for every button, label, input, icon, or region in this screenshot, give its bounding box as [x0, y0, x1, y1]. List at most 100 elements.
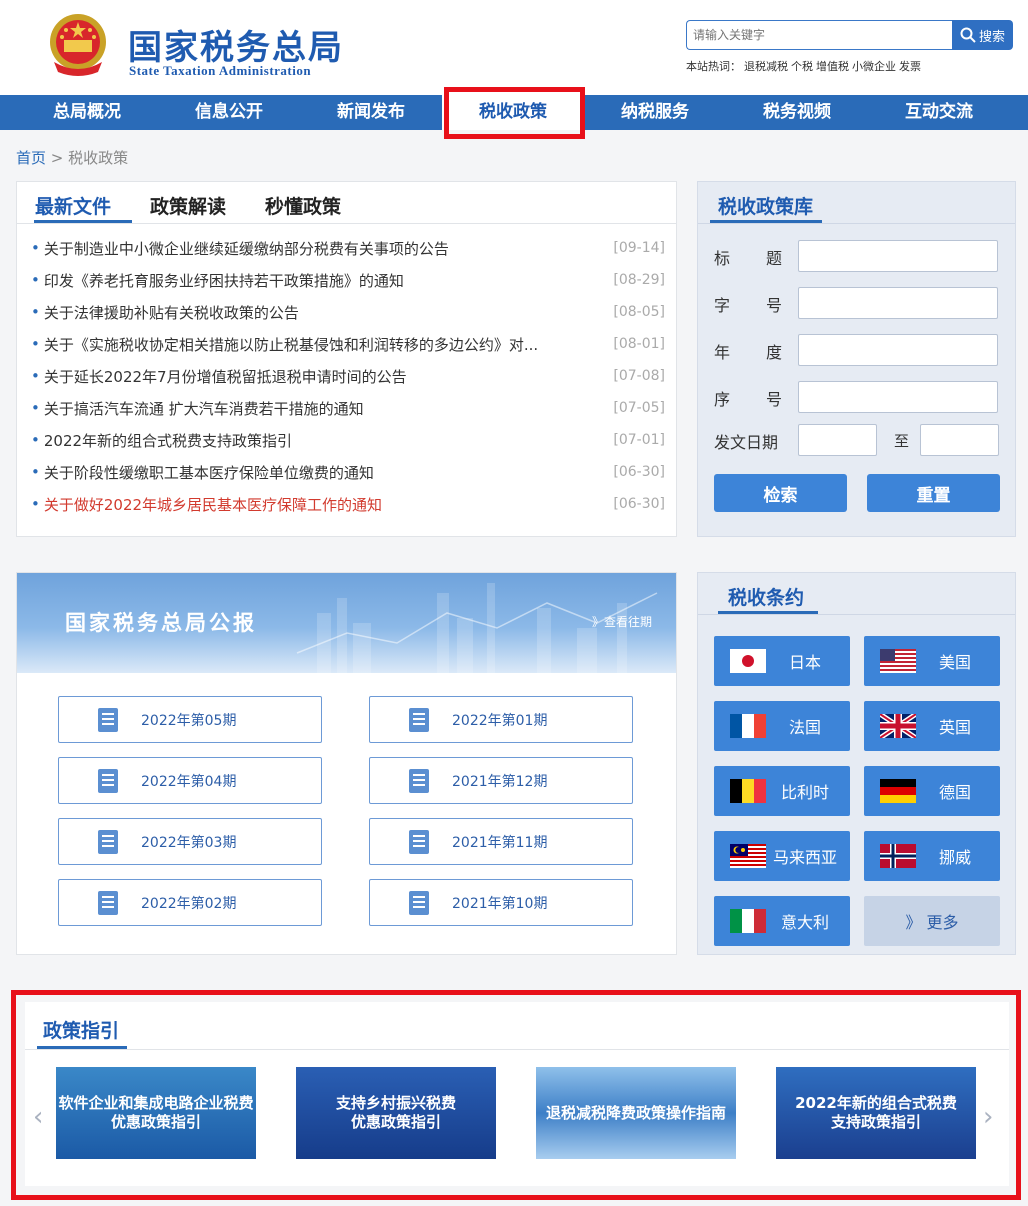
more-countries-button[interactable]: 》 更多	[864, 896, 1000, 946]
latest-documents-panel: 最新文件 政策解读 秒懂政策 • 关于制造业中小微企业继续延缓缴纳部分税费有关事项…	[16, 181, 677, 537]
list-item[interactable]: • 关于搞活汽车流通 扩大汽车消费若干措施的通知 [07-05]	[31, 392, 665, 424]
issue-link[interactable]: 2021年第12期	[369, 757, 633, 804]
guide-card-combined[interactable]: 2022年新的组合式税费 支持政策指引	[776, 1067, 976, 1159]
bullet-icon: •	[31, 335, 40, 353]
country-germany[interactable]: 德国	[864, 766, 1000, 816]
hotword-link[interactable]: 增值税	[816, 60, 849, 73]
date-to-field[interactable]	[920, 424, 999, 456]
country-name: 美国	[938, 653, 971, 672]
nav-item-video[interactable]: 税务视频	[726, 95, 868, 130]
tab-quick-policy[interactable]: 秒懂政策	[265, 192, 341, 219]
document-icon	[98, 829, 118, 854]
guide-card-text: 2022年新的组合式税费 支持政策指引	[795, 1094, 957, 1131]
title-field[interactable]	[798, 240, 998, 272]
guide-card-text: 软件企业和集成电路企业税费 优惠政策指引	[58, 1094, 254, 1131]
year-field-label: 年度	[714, 343, 782, 362]
list-item[interactable]: • 关于法律援助补贴有关税收政策的公告 [08-05]	[31, 296, 665, 328]
list-item-date: [07-01]	[613, 432, 665, 448]
bulletin-banner: 国家税务总局公报 》查看往期	[17, 573, 676, 673]
search-submit-button[interactable]: 检索	[714, 474, 847, 512]
breadcrumb: 首页 > 税收政策	[16, 147, 128, 168]
tax-treaties-panel: 税收条约 日本 美国 法国 英国 比利时 德国 马来西亚 挪威 意大利 》 更多	[697, 572, 1016, 955]
date-to-label: 至	[894, 432, 910, 450]
carousel-prev-icon[interactable]: ‹	[33, 1102, 43, 1132]
guide-card-rural[interactable]: 支持乡村振兴税费 优惠政策指引	[296, 1067, 496, 1159]
uk-flag-icon	[880, 714, 916, 738]
carousel-next-icon[interactable]: ›	[983, 1102, 993, 1132]
issue-label: 2022年第03期	[141, 834, 237, 851]
country-france[interactable]: 法国	[714, 701, 850, 751]
country-belgium[interactable]: 比利时	[714, 766, 850, 816]
year-field[interactable]	[798, 334, 998, 366]
country-usa[interactable]: 美国	[864, 636, 1000, 686]
list-item[interactable]: • 2022年新的组合式税费支持政策指引 [07-01]	[31, 424, 665, 456]
document-icon	[409, 707, 429, 732]
policy-guide-title: 政策指引	[43, 1020, 120, 1042]
country-italy[interactable]: 意大利	[714, 896, 850, 946]
tab-policy-interpretation[interactable]: 政策解读	[150, 192, 226, 219]
search-icon	[960, 27, 976, 43]
title-field-label: 标题	[714, 249, 782, 268]
hotword-link[interactable]: 退税减税	[744, 60, 788, 73]
document-icon	[409, 768, 429, 793]
nav-item-overview[interactable]: 总局概况	[16, 95, 158, 130]
issue-link[interactable]: 2022年第03期	[58, 818, 322, 865]
reset-button[interactable]: 重置	[867, 474, 1000, 512]
breadcrumb-home[interactable]: 首页	[16, 149, 46, 167]
list-item-date: [08-01]	[613, 336, 665, 352]
nav-item-info[interactable]: 信息公开	[158, 95, 300, 130]
doc-number-field[interactable]	[798, 287, 998, 319]
list-item-title: 关于延长2022年7月份增值税留抵退税申请时间的公告	[43, 367, 407, 386]
hotword-link[interactable]: 个税	[791, 60, 813, 73]
serial-field[interactable]	[798, 381, 998, 413]
policy-library-panel: 税收政策库 标题 字号 年度 序号 发文日期 至 检索 重置	[697, 181, 1016, 537]
search-button[interactable]: 搜索	[952, 20, 1013, 50]
bullet-icon: •	[31, 239, 40, 257]
country-japan[interactable]: 日本	[714, 636, 850, 686]
search-input[interactable]	[686, 20, 952, 50]
issue-link[interactable]: 2022年第05期	[58, 696, 322, 743]
nav-item-interaction[interactable]: 互动交流	[868, 95, 1010, 130]
list-item[interactable]: • 关于制造业中小微企业继续延缓缴纳部分税费有关事项的公告 [09-14]	[31, 232, 665, 264]
policy-guide-header: 政策指引	[25, 1002, 1009, 1050]
tab-latest-files[interactable]: 最新文件	[35, 192, 111, 219]
country-norway[interactable]: 挪威	[864, 831, 1000, 881]
country-uk[interactable]: 英国	[864, 701, 1000, 751]
list-item[interactable]: • 印发《养老托育服务业纾困扶持若干政策措施》的通知 [08-29]	[31, 264, 665, 296]
issue-link[interactable]: 2021年第11期	[369, 818, 633, 865]
list-item-title: 关于阶段性缓缴职工基本医疗保险单位缴费的通知	[43, 463, 374, 482]
latest-tabs: 最新文件 政策解读 秒懂政策	[17, 182, 676, 224]
policy-library-title: 税收政策库	[718, 196, 814, 218]
nav-item-news[interactable]: 新闻发布	[300, 95, 442, 130]
issue-link[interactable]: 2021年第10期	[369, 879, 633, 926]
guide-card-software[interactable]: 软件企业和集成电路企业税费 优惠政策指引	[56, 1067, 256, 1159]
view-past-issues-link[interactable]: 》查看往期	[592, 613, 652, 630]
tax-treaties-title: 税收条约	[728, 587, 805, 609]
hotword-link[interactable]: 小微企业	[852, 60, 896, 73]
list-item-highlighted[interactable]: • 关于做好2022年城乡居民基本医疗保障工作的通知 [06-30]	[31, 488, 665, 520]
site-title-cn[interactable]: 国家税务总局	[128, 20, 344, 69]
country-malaysia[interactable]: 马来西亚	[714, 831, 850, 881]
document-icon	[409, 890, 429, 915]
serial-field-label: 序号	[714, 390, 782, 409]
issue-label: 2021年第11期	[452, 834, 548, 851]
title-underline	[710, 220, 822, 223]
list-item[interactable]: • 关于延长2022年7月份增值税留抵退税申请时间的公告 [07-08]	[31, 360, 665, 392]
country-name: 意大利	[780, 913, 829, 932]
site-title-en: State Taxation Administration	[129, 63, 312, 78]
country-name: 德国	[938, 783, 971, 802]
document-icon	[409, 829, 429, 854]
issue-link[interactable]: 2022年第02期	[58, 879, 322, 926]
nav-item-service[interactable]: 纳税服务	[584, 95, 726, 130]
issue-link[interactable]: 2022年第01期	[369, 696, 633, 743]
list-item[interactable]: • 关于阶段性缓缴职工基本医疗保险单位缴费的通知 [06-30]	[31, 456, 665, 488]
list-item-date: [06-30]	[613, 496, 665, 512]
date-from-field[interactable]	[798, 424, 877, 456]
hotword-link[interactable]: 发票	[899, 60, 921, 73]
list-item-title: 印发《养老托育服务业纾困扶持若干政策措施》的通知	[43, 271, 404, 290]
title-underline	[718, 611, 818, 614]
issue-link[interactable]: 2022年第04期	[58, 757, 322, 804]
list-item[interactable]: • 关于《实施税收协定相关措施以防止税基侵蚀和利润转移的多边公约》对... [08-…	[31, 328, 665, 360]
malaysia-flag-icon	[730, 844, 766, 868]
guide-card-refund[interactable]: 退税减税降费政策操作指南	[536, 1067, 736, 1159]
